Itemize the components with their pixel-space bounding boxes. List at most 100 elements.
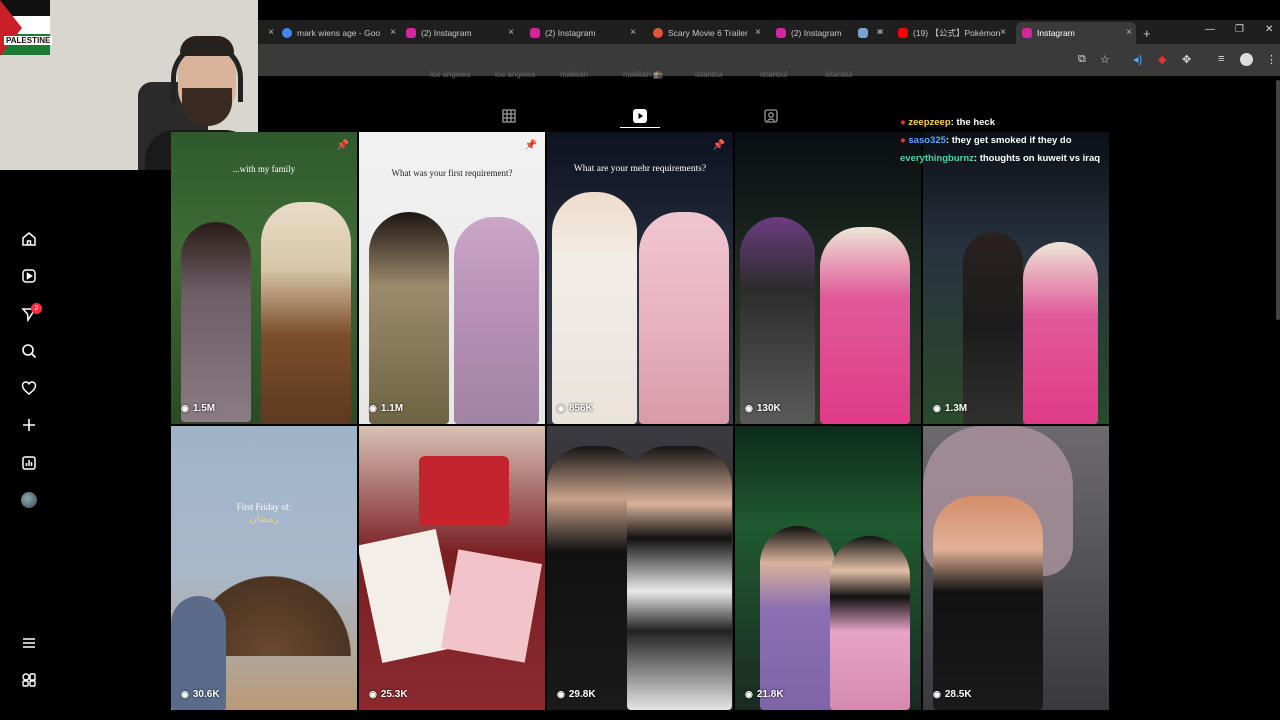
highlight-label: los angeles <box>430 70 471 79</box>
views-eye-icon: ◉ <box>369 403 377 413</box>
person-figure <box>181 222 251 422</box>
tab-close-icon[interactable]: × <box>268 27 274 38</box>
instagram-favicon-icon <box>406 28 416 38</box>
highlight-label: istanbul <box>695 70 723 79</box>
tab-close-icon[interactable]: × <box>390 27 396 38</box>
view-count-value: 1.3M <box>944 403 968 414</box>
view-count-value: 25.3K <box>380 689 408 700</box>
person-figure <box>820 227 910 424</box>
notification-badge: 2 <box>31 303 42 314</box>
create-plus-icon[interactable] <box>20 416 38 434</box>
tab-close-icon[interactable]: × <box>755 27 761 38</box>
view-count: ◉ 856K <box>557 403 593 414</box>
view-count: ◉ 21.8K <box>745 689 784 700</box>
view-count: ◉ 30.6K <box>181 689 220 700</box>
install-app-icon[interactable]: ⧉ <box>1078 53 1086 66</box>
restore-icon[interactable]: ❐ <box>1235 24 1244 35</box>
tab-google-search[interactable]: mark wiens age - Goo × <box>282 22 400 44</box>
tab-close-icon[interactable]: × <box>1126 27 1132 38</box>
views-eye-icon: ◉ <box>181 403 189 413</box>
tab-close-icon[interactable]: × <box>878 27 884 38</box>
person-figure <box>760 526 835 710</box>
tab-scary-movie[interactable]: Scary Movie 6 Trailer × <box>653 22 765 44</box>
reading-list-icon[interactable]: ≡ <box>1218 53 1224 65</box>
tab-close-partial[interactable]: × <box>262 22 276 44</box>
highlight-label: makkah 🕋 <box>623 70 664 79</box>
reel-thumbnail[interactable]: ◉ 130K <box>735 132 921 424</box>
view-count: ◉ 25.3K <box>369 689 408 700</box>
search-icon[interactable] <box>20 342 38 360</box>
tab-instagram-1[interactable]: (2) Instagram × <box>406 22 518 44</box>
page-scrollbar[interactable] <box>1276 80 1280 320</box>
pinned-icon: 📌 <box>712 140 725 151</box>
bookmark-star-icon[interactable]: ☆ <box>1100 53 1110 66</box>
tab-close-icon[interactable]: × <box>1000 27 1006 38</box>
person-figure <box>1023 242 1098 424</box>
also-from-meta-icon[interactable] <box>20 671 38 689</box>
window-close-icon[interactable]: ✕ <box>1265 24 1273 35</box>
more-menu-icon[interactable] <box>20 634 38 652</box>
tab-close-icon[interactable]: × <box>630 27 636 38</box>
highlight-label: los angeles <box>495 70 536 79</box>
reel-thumbnail[interactable]: ...with my family 📌 ◉ 1.5M <box>171 132 357 424</box>
reel-thumbnail[interactable]: First Friday of: رمضان ◉ 30.6K <box>171 426 357 710</box>
reel-caption: What are your mehr requirements? <box>573 164 707 174</box>
person-figure <box>627 446 732 710</box>
extension-audio-icon[interactable]: ◂) <box>1133 53 1142 66</box>
new-tab-button[interactable]: + <box>1143 22 1157 44</box>
chat-badge-icon: ● <box>900 117 906 128</box>
tab-close-icon[interactable]: × <box>508 27 514 38</box>
reel-thumbnail[interactable]: ◉ 29.8K <box>547 426 733 710</box>
stream-chat-overlay: ● zeepzeep: the heck ● saso325: they get… <box>900 114 1100 168</box>
tab-label: mark wiens age - Goo <box>297 28 381 38</box>
heart-icon[interactable] <box>20 379 38 397</box>
chat-username: zeepzeep <box>908 117 951 128</box>
view-count: ◉ 28.5K <box>933 689 972 700</box>
person-figure <box>740 217 815 424</box>
extension-icon[interactable]: ◆ <box>1158 53 1166 66</box>
view-count-value: 1.5M <box>192 403 216 414</box>
instagram-favicon-icon <box>530 28 540 38</box>
tab-instagram-2[interactable]: (2) Instagram × <box>530 22 640 44</box>
reels-icon[interactable] <box>20 267 38 285</box>
page-favicon-icon <box>858 28 868 38</box>
palestine-flag <box>0 0 50 56</box>
views-eye-icon: ◉ <box>933 403 941 413</box>
chat-text: : they get smoked if they do <box>945 135 1072 146</box>
views-eye-icon: ◉ <box>745 403 753 413</box>
reel-thumbnail[interactable]: ◉ 1.3M <box>923 132 1109 424</box>
tab-label: (2) Instagram <box>791 28 842 38</box>
reel-thumbnail[interactable]: What was your first requirement? 📌 ◉ 1.1M <box>359 132 545 424</box>
chat-message: ● saso325: they get smoked if they do <box>900 132 1100 150</box>
reel-caption: ...with my family <box>232 164 296 174</box>
tagged-tab-icon[interactable] <box>763 108 779 124</box>
tab-label: (2) Instagram <box>545 28 596 38</box>
reels-tab-icon[interactable] <box>632 108 648 124</box>
instagram-favicon-icon <box>776 28 786 38</box>
reel-thumbnail[interactable]: ◉ 21.8K <box>735 426 921 710</box>
reel-thumbnail[interactable]: What are your mehr requirements? 📌 ◉ 856K <box>547 132 733 424</box>
dashboard-icon[interactable] <box>20 454 38 472</box>
profile-avatar[interactable] <box>21 492 37 508</box>
posts-grid-tab-icon[interactable] <box>501 108 517 124</box>
minimize-icon[interactable]: — <box>1205 24 1215 35</box>
person-figure <box>552 192 637 424</box>
reel-thumbnail[interactable]: ◉ 25.3K <box>359 426 545 710</box>
browser-menu-icon[interactable]: ⋮ <box>1266 53 1277 66</box>
tab-instagram-active[interactable]: Instagram × <box>1016 22 1136 44</box>
highlight-label: istanbul <box>760 70 788 79</box>
tab-youtube-pokemon[interactable]: (19) 【公式】Pokémon × <box>898 22 1010 44</box>
tab-pinned[interactable]: × <box>858 22 888 44</box>
extensions-puzzle-icon[interactable]: ✥ <box>1182 53 1191 66</box>
google-favicon-icon <box>282 28 292 38</box>
home-icon[interactable] <box>20 230 38 248</box>
view-count-value: 28.5K <box>944 689 972 700</box>
view-count: ◉ 29.8K <box>557 689 596 700</box>
active-tab-indicator <box>620 127 660 128</box>
reel-thumbnail[interactable]: ◉ 28.5K <box>923 426 1109 710</box>
view-count-value: 21.8K <box>756 689 784 700</box>
view-count: ◉ 1.5M <box>181 403 215 414</box>
view-count-value: 30.6K <box>192 689 220 700</box>
views-eye-icon: ◉ <box>369 689 377 699</box>
profile-avatar-icon[interactable] <box>1240 53 1253 66</box>
